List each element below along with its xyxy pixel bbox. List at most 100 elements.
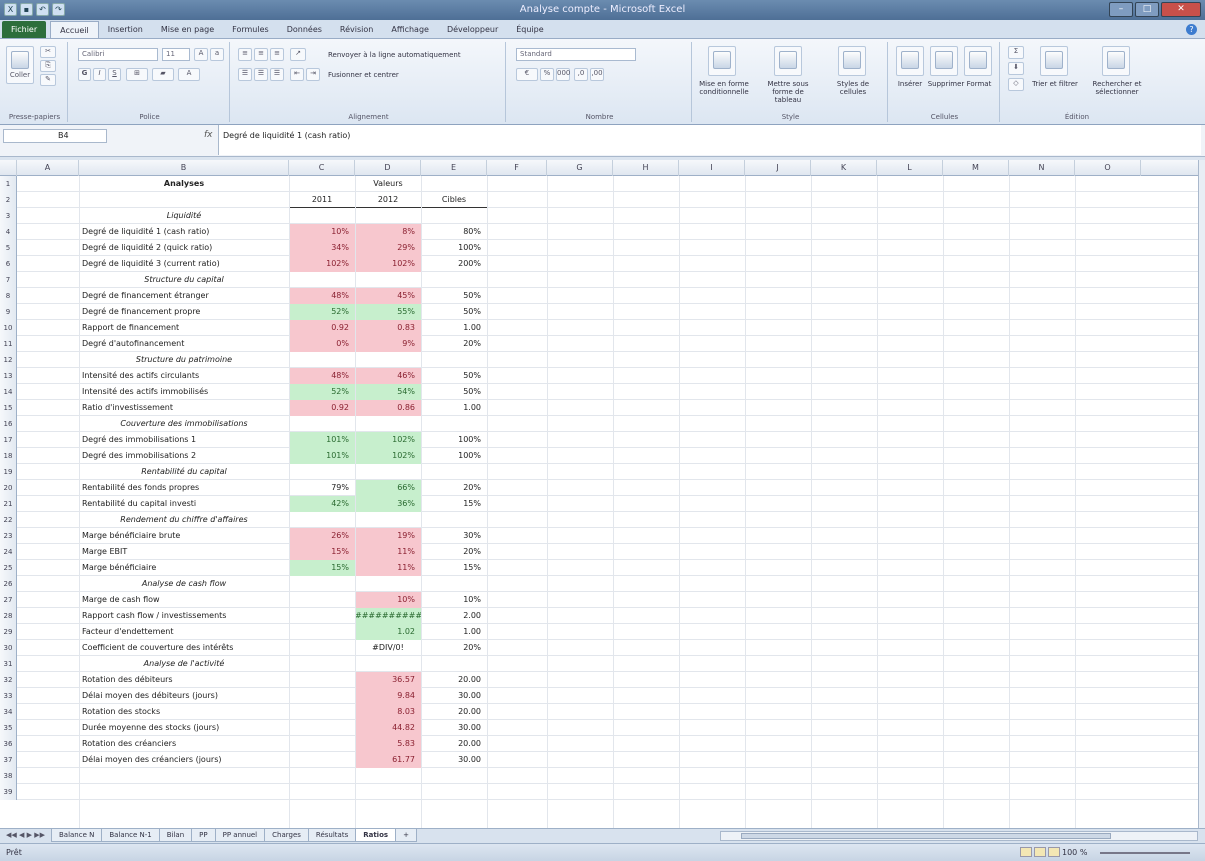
sort-filter-button[interactable]: Trier et filtrer <box>1030 80 1080 88</box>
target-value[interactable]: 1.00 <box>421 624 487 640</box>
align-right-icon[interactable]: ☰ <box>270 68 284 81</box>
format-painter-icon[interactable]: ✎ <box>40 74 56 86</box>
add-sheet-icon[interactable]: + <box>395 829 417 842</box>
ratio-label[interactable]: Marge EBIT <box>79 544 289 560</box>
value-2012[interactable]: 36.57 <box>355 672 421 688</box>
row-header[interactable]: 36 <box>0 736 17 752</box>
zoom-slider[interactable] <box>1100 852 1190 854</box>
value-2011[interactable]: 52% <box>289 304 355 320</box>
section-title[interactable]: Couverture des immobilisations <box>79 416 289 432</box>
value-2011[interactable]: 101% <box>289 448 355 464</box>
fx-icon[interactable]: fx <box>204 130 213 140</box>
row-header[interactable]: 39 <box>0 784 17 800</box>
target-value[interactable]: 50% <box>421 368 487 384</box>
value-2011[interactable]: 48% <box>289 288 355 304</box>
align-bottom-icon[interactable]: ≡ <box>270 48 284 61</box>
row-header[interactable]: 27 <box>0 592 17 608</box>
font-color-icon[interactable]: A <box>178 68 200 81</box>
borders-icon[interactable]: ⊞ <box>126 68 148 81</box>
column-header[interactable]: A <box>17 160 79 176</box>
target-value[interactable]: 20% <box>421 480 487 496</box>
row-header[interactable]: 9 <box>0 304 17 320</box>
column-header[interactable]: L <box>877 160 943 176</box>
autosum-icon[interactable]: Σ <box>1008 46 1024 59</box>
ratio-label[interactable]: Degré de financement étranger <box>79 288 289 304</box>
target-value[interactable]: 20% <box>421 544 487 560</box>
conditional-format-button[interactable]: Mise en forme conditionnelle <box>696 80 752 96</box>
row-header[interactable]: 3 <box>0 208 17 224</box>
row-header[interactable]: 29 <box>0 624 17 640</box>
clear-icon[interactable]: ◇ <box>1008 78 1024 91</box>
delete-cells-icon[interactable] <box>930 46 958 76</box>
value-2012[interactable]: 1.02 <box>355 624 421 640</box>
ribbon-tab[interactable]: Développeur <box>438 21 507 38</box>
ratio-label[interactable]: Rotation des créanciers <box>79 736 289 752</box>
sheet-tab[interactable]: Charges <box>264 829 309 842</box>
value-2012[interactable]: 9.84 <box>355 688 421 704</box>
value-2012[interactable]: 11% <box>355 560 421 576</box>
target-value[interactable]: 30.00 <box>421 752 487 768</box>
target-value[interactable]: 1.00 <box>421 320 487 336</box>
row-header[interactable]: 37 <box>0 752 17 768</box>
row-header[interactable]: 32 <box>0 672 17 688</box>
value-2012[interactable]: 36% <box>355 496 421 512</box>
ratio-label[interactable]: Facteur d'endettement <box>79 624 289 640</box>
ribbon-tab[interactable]: Équipe <box>507 21 552 38</box>
target-value[interactable]: 10% <box>421 592 487 608</box>
row-header[interactable]: 34 <box>0 704 17 720</box>
value-2012[interactable]: 61.77 <box>355 752 421 768</box>
row-header[interactable]: 15 <box>0 400 17 416</box>
row-header[interactable]: 13 <box>0 368 17 384</box>
target-value[interactable]: 80% <box>421 224 487 240</box>
value-2012[interactable]: 19% <box>355 528 421 544</box>
target-value[interactable]: 20% <box>421 336 487 352</box>
view-buttons[interactable] <box>1020 847 1060 857</box>
select-all-corner[interactable] <box>0 160 17 176</box>
analyses-header[interactable]: Analyses <box>79 176 289 192</box>
column-header[interactable]: F <box>487 160 547 176</box>
value-2011[interactable]: 101% <box>289 432 355 448</box>
column-header[interactable]: C <box>289 160 355 176</box>
value-2011[interactable] <box>289 752 355 768</box>
row-header[interactable]: 16 <box>0 416 17 432</box>
section-title[interactable]: Structure du capital <box>79 272 289 288</box>
scroll-thumb[interactable] <box>741 833 1111 839</box>
ratio-label[interactable]: Intensité des actifs circulants <box>79 368 289 384</box>
target-value[interactable]: 20.00 <box>421 704 487 720</box>
row-header[interactable]: 12 <box>0 352 17 368</box>
row-header[interactable]: 7 <box>0 272 17 288</box>
value-2011[interactable]: 10% <box>289 224 355 240</box>
help-icon[interactable]: ? <box>1186 24 1197 35</box>
value-2012[interactable]: 46% <box>355 368 421 384</box>
target-value[interactable]: 20% <box>421 640 487 656</box>
value-2012[interactable]: 10% <box>355 592 421 608</box>
normal-view-icon[interactable] <box>1020 847 1032 857</box>
row-header[interactable]: 23 <box>0 528 17 544</box>
row-header[interactable]: 18 <box>0 448 17 464</box>
row-header[interactable]: 20 <box>0 480 17 496</box>
maximize-button[interactable]: □ <box>1135 2 1159 17</box>
value-2011[interactable]: 15% <box>289 560 355 576</box>
ribbon-tab[interactable]: Accueil <box>50 21 99 38</box>
target-value[interactable]: 100% <box>421 448 487 464</box>
orientation-icon[interactable]: ↗ <box>290 48 306 61</box>
font-name-select[interactable]: Calibri <box>78 48 158 61</box>
section-title[interactable]: Rendement du chiffre d'affaires <box>79 512 289 528</box>
row-header[interactable]: 6 <box>0 256 17 272</box>
row-header[interactable]: 21 <box>0 496 17 512</box>
row-header[interactable]: 8 <box>0 288 17 304</box>
paste-button[interactable]: Coller <box>6 46 34 84</box>
target-value[interactable]: 30.00 <box>421 720 487 736</box>
increase-indent-icon[interactable]: ⇥ <box>306 68 320 81</box>
align-middle-icon[interactable]: ≡ <box>254 48 268 61</box>
ratio-label[interactable]: Marge de cash flow <box>79 592 289 608</box>
target-value[interactable]: 2.00 <box>421 608 487 624</box>
formula-input[interactable]: Degré de liquidité 1 (cash ratio) <box>218 125 1201 155</box>
decrease-indent-icon[interactable]: ⇤ <box>290 68 304 81</box>
sheet-tab[interactable]: Résultats <box>307 829 357 842</box>
target-value[interactable]: 100% <box>421 432 487 448</box>
target-value[interactable]: 15% <box>421 496 487 512</box>
ribbon-tab[interactable]: Fichier <box>2 21 47 38</box>
value-2012[interactable]: 44.82 <box>355 720 421 736</box>
ribbon-tab[interactable]: Mise en page <box>152 21 223 38</box>
